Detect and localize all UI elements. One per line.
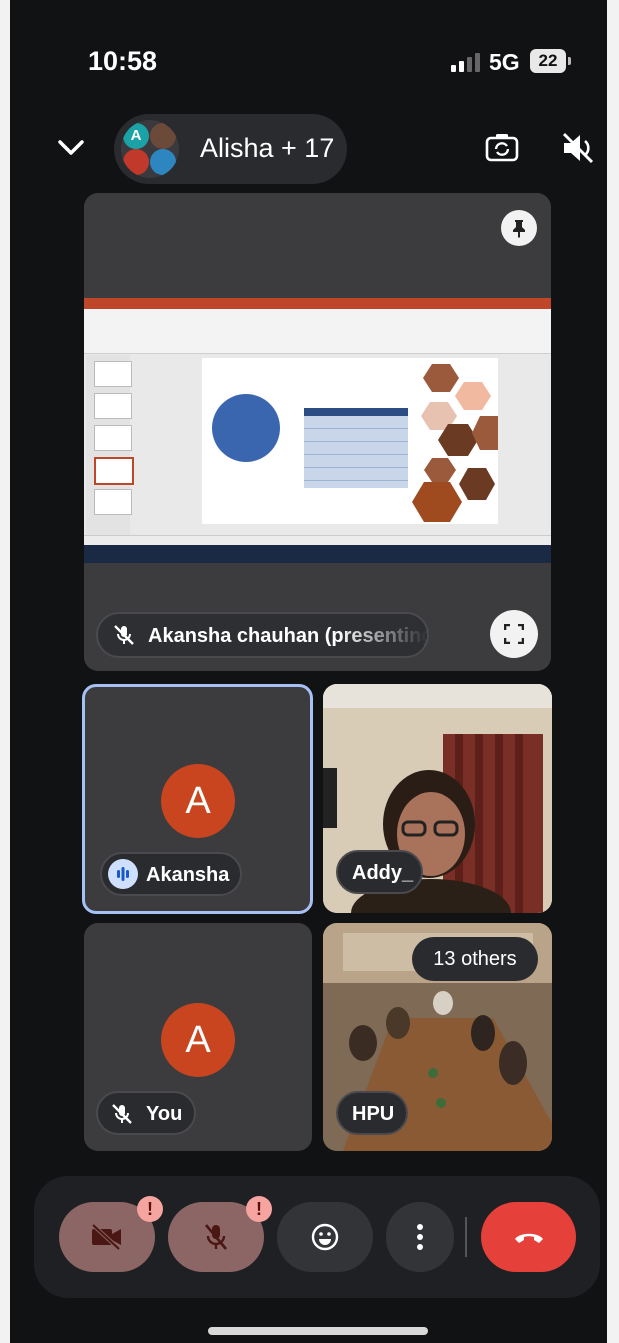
divider — [465, 1217, 467, 1257]
mic-off-icon — [205, 1224, 227, 1250]
participant-tile-akansha[interactable]: A Akansha — [82, 684, 313, 914]
warning-badge: ! — [137, 1196, 163, 1222]
speaking-indicator-icon — [108, 859, 138, 889]
battery-icon: 22 — [530, 49, 571, 73]
reactions-button[interactable] — [277, 1202, 373, 1272]
switch-camera-icon[interactable] — [484, 130, 520, 166]
mic-off-icon — [112, 1104, 132, 1124]
avatar — [150, 123, 176, 149]
participant-name-pill: Addy_ — [336, 850, 423, 894]
meet-call-screen: 10:58 5G 22 A Alisha + 17 Akansha chauha… — [0, 0, 619, 1343]
ppt-slide-thumbnails — [86, 355, 134, 535]
slide-thumbnail — [94, 457, 134, 485]
more-options-button[interactable] — [386, 1202, 454, 1272]
signal-icon — [451, 52, 480, 72]
hang-up-icon — [514, 1233, 543, 1243]
participant-tile-addy[interactable]: Addy_ — [323, 684, 552, 913]
chevron-down-icon[interactable] — [56, 136, 86, 160]
shared-screen — [84, 298, 551, 563]
participant-name-pill: You — [96, 1091, 196, 1135]
avatar: A — [161, 764, 235, 838]
mic-off-icon — [114, 625, 134, 645]
slide-thumbnail — [94, 489, 132, 515]
presenter-label-pill: Akansha chauhan (presenting) — [96, 612, 429, 658]
participant-avatars: A — [121, 120, 179, 178]
call-title: Alisha + 17 — [200, 133, 335, 163]
slide-table — [304, 408, 408, 488]
more-vert-icon — [417, 1224, 423, 1250]
warning-badge: ! — [246, 1196, 272, 1222]
avatar — [123, 149, 149, 175]
participant-name: HPU — [352, 1103, 395, 1125]
slide-preview — [202, 358, 498, 524]
slide-circle — [212, 394, 280, 462]
slide-thumbnail — [94, 361, 132, 387]
participant-name-pill: HPU — [336, 1091, 408, 1135]
avatar: A — [161, 1003, 235, 1077]
slide-thumbnail — [94, 425, 132, 451]
emoji-icon — [311, 1223, 339, 1251]
fullscreen-button[interactable] — [490, 610, 538, 658]
status-time: 10:58 — [88, 46, 158, 76]
fullscreen-icon — [504, 624, 524, 644]
participant-name: You — [146, 1103, 183, 1125]
others-count-badge[interactable]: 13 others — [412, 937, 538, 981]
network-type: 5G — [489, 49, 520, 75]
speaker-off-icon[interactable] — [560, 130, 598, 166]
slide-hexagons — [412, 364, 498, 522]
pin-button[interactable] — [501, 210, 537, 246]
slide-thumbnail — [94, 393, 132, 419]
participant-name: Akansha — [146, 864, 230, 886]
pin-icon — [513, 220, 525, 238]
participant-name: Addy_ — [352, 862, 414, 884]
windows-taskbar — [84, 545, 551, 563]
avatar — [150, 149, 176, 175]
home-indicator[interactable] — [208, 1327, 428, 1335]
avatar: A — [123, 123, 149, 149]
camera-off-icon — [91, 1223, 121, 1251]
participant-name-pill: Akansha — [100, 852, 242, 896]
participant-tile-you[interactable]: A You — [84, 923, 312, 1151]
ppt-title-bar — [84, 298, 551, 309]
ppt-ribbon — [84, 309, 551, 354]
end-call-button[interactable] — [481, 1202, 576, 1272]
